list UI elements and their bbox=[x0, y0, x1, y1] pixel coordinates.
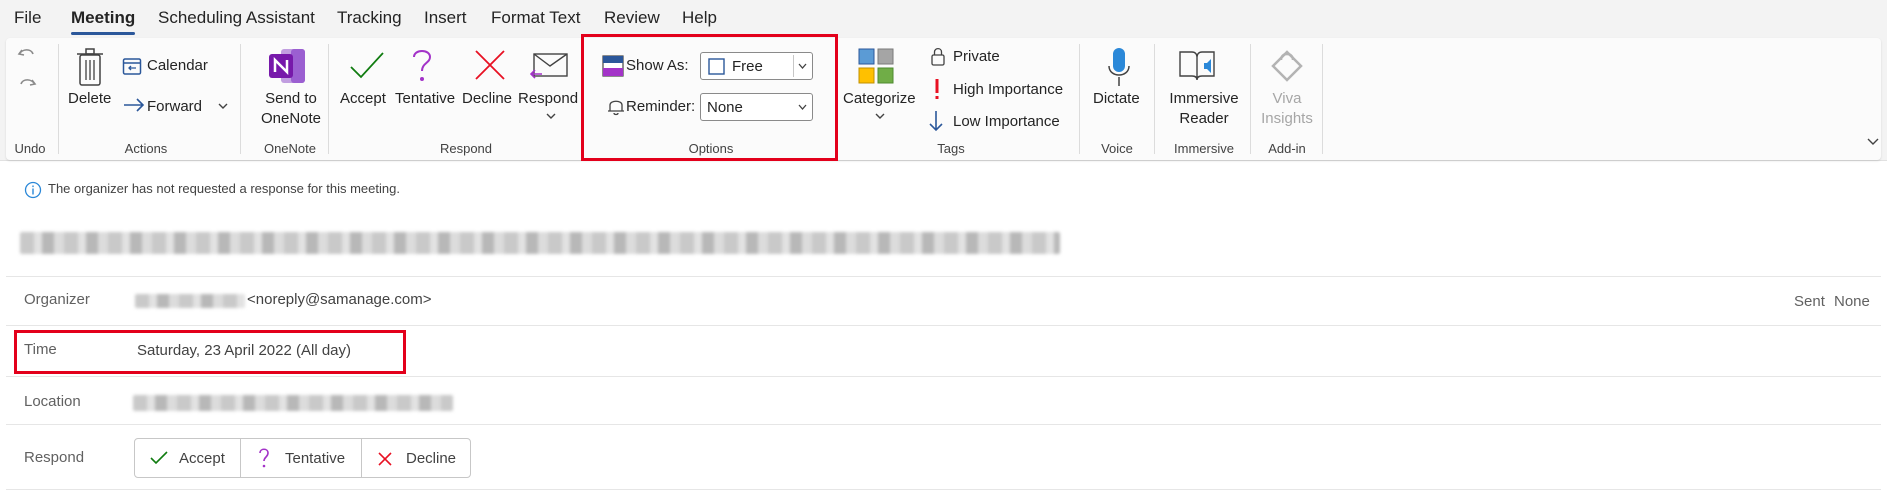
decline-button[interactable]: Decline bbox=[462, 90, 512, 107]
info-icon bbox=[24, 181, 42, 199]
decline-x-icon bbox=[378, 452, 392, 466]
location-redacted bbox=[133, 395, 453, 411]
sent-label: Sent bbox=[1794, 293, 1825, 310]
viva-insights-button-line1: Viva bbox=[1272, 90, 1302, 107]
high-importance-icon bbox=[935, 79, 939, 99]
divider bbox=[6, 276, 1881, 277]
private-button[interactable]: Private bbox=[953, 48, 1000, 65]
dictate-button[interactable]: Dictate bbox=[1093, 90, 1140, 107]
tab-insert[interactable]: Insert bbox=[424, 8, 467, 28]
respond-accept-label: Accept bbox=[179, 450, 225, 467]
low-importance-arrow-icon bbox=[929, 111, 943, 132]
viva-insights-icon bbox=[1271, 50, 1303, 82]
respond-envelope-icon[interactable] bbox=[530, 50, 570, 82]
microphone-icon[interactable] bbox=[1107, 46, 1131, 88]
group-label-voice: Voice bbox=[1101, 141, 1133, 156]
categorize-icon[interactable] bbox=[857, 47, 895, 85]
respond-button[interactable]: Respond bbox=[518, 90, 578, 107]
organizer-name-redacted bbox=[135, 294, 245, 308]
calendar-button[interactable]: Calendar bbox=[147, 57, 208, 74]
highlight-options-group bbox=[581, 34, 838, 161]
tab-format-text[interactable]: Format Text bbox=[491, 8, 580, 28]
separator bbox=[328, 44, 329, 154]
immersive-reader-icon[interactable] bbox=[1178, 48, 1218, 84]
group-label-onenote: OneNote bbox=[263, 141, 317, 156]
tab-file[interactable]: File bbox=[14, 8, 41, 28]
delete-icon[interactable] bbox=[76, 47, 104, 87]
ribbon-panel: Undo Delete Calendar Forward Actions Sen… bbox=[6, 38, 1881, 160]
chevron-down-icon[interactable] bbox=[217, 101, 229, 111]
tentative-question-icon bbox=[259, 448, 269, 468]
group-label-respond: Respond bbox=[439, 141, 493, 156]
divider bbox=[6, 424, 1881, 425]
forward-button[interactable]: Forward bbox=[147, 98, 202, 115]
tentative-button[interactable]: Tentative bbox=[395, 90, 455, 107]
respond-label: Respond bbox=[24, 449, 85, 466]
organizer-email[interactable]: <noreply@samanage.com> bbox=[247, 291, 432, 308]
group-label-actions: Actions bbox=[124, 141, 168, 156]
separator bbox=[1079, 44, 1080, 154]
accept-button[interactable]: Accept bbox=[340, 90, 386, 107]
respond-decline-button[interactable]: Decline bbox=[361, 438, 471, 478]
meeting-subject-redacted bbox=[20, 232, 1060, 254]
redo-icon[interactable] bbox=[16, 74, 38, 96]
organizer-label: Organizer bbox=[24, 291, 90, 308]
group-label-tags: Tags bbox=[937, 141, 965, 156]
tab-meeting[interactable]: Meeting bbox=[71, 8, 136, 35]
ribbon-tab-bar: File Meeting Scheduling Assistant Tracki… bbox=[0, 0, 1887, 38]
separator bbox=[240, 44, 241, 154]
chevron-down-icon[interactable] bbox=[874, 111, 886, 121]
immersive-reader-button-line1[interactable]: Immersive bbox=[1164, 90, 1244, 107]
highlight-time-row bbox=[14, 330, 406, 374]
divider bbox=[6, 489, 1881, 490]
separator bbox=[1250, 44, 1251, 154]
categorize-button[interactable]: Categorize bbox=[843, 90, 916, 107]
accept-check-icon bbox=[150, 451, 168, 465]
tentative-question-icon[interactable] bbox=[408, 46, 436, 84]
respond-tentative-button[interactable]: Tentative bbox=[240, 438, 362, 478]
decline-x-icon[interactable] bbox=[473, 48, 507, 82]
onenote-icon[interactable] bbox=[267, 47, 307, 85]
tab-scheduling-assistant[interactable]: Scheduling Assistant bbox=[158, 8, 315, 28]
collapse-ribbon-chevron-icon[interactable] bbox=[1866, 136, 1880, 146]
tab-help[interactable]: Help bbox=[682, 8, 717, 28]
forward-icon bbox=[124, 98, 145, 112]
immersive-reader-button-line2[interactable]: Reader bbox=[1164, 110, 1244, 127]
low-importance-button[interactable]: Low Importance bbox=[953, 113, 1060, 130]
delete-button[interactable]: Delete bbox=[68, 90, 111, 107]
viva-insights-button-line2: Insights bbox=[1261, 110, 1313, 127]
chevron-down-icon[interactable] bbox=[545, 111, 557, 121]
group-label-immersive: Immersive bbox=[1174, 141, 1234, 156]
respond-accept-button[interactable]: Accept bbox=[134, 438, 241, 478]
high-importance-button[interactable]: High Importance bbox=[953, 81, 1063, 98]
tab-review[interactable]: Review bbox=[604, 8, 660, 28]
send-to-onenote-button-line1[interactable]: Send to bbox=[260, 90, 322, 107]
tab-tracking[interactable]: Tracking bbox=[337, 8, 402, 28]
private-lock-icon bbox=[931, 47, 945, 66]
separator bbox=[1154, 44, 1155, 154]
separator bbox=[58, 44, 59, 154]
ribbon: Undo Delete Calendar Forward Actions Sen… bbox=[0, 38, 1887, 161]
divider bbox=[6, 325, 1881, 326]
accept-check-icon[interactable] bbox=[348, 50, 386, 82]
group-label-undo: Undo bbox=[14, 141, 46, 156]
send-to-onenote-button-line2[interactable]: OneNote bbox=[260, 110, 322, 127]
respond-tentative-label: Tentative bbox=[285, 450, 346, 467]
info-bar-text: The organizer has not requested a respon… bbox=[48, 181, 400, 196]
separator bbox=[1322, 44, 1323, 154]
group-label-add-in: Add-in bbox=[1268, 141, 1306, 156]
respond-decline-label: Decline bbox=[406, 450, 457, 467]
divider bbox=[6, 376, 1881, 377]
location-label: Location bbox=[24, 393, 81, 410]
calendar-icon bbox=[122, 58, 142, 75]
sent-value: None bbox=[1834, 293, 1870, 310]
undo-icon[interactable] bbox=[16, 44, 38, 66]
